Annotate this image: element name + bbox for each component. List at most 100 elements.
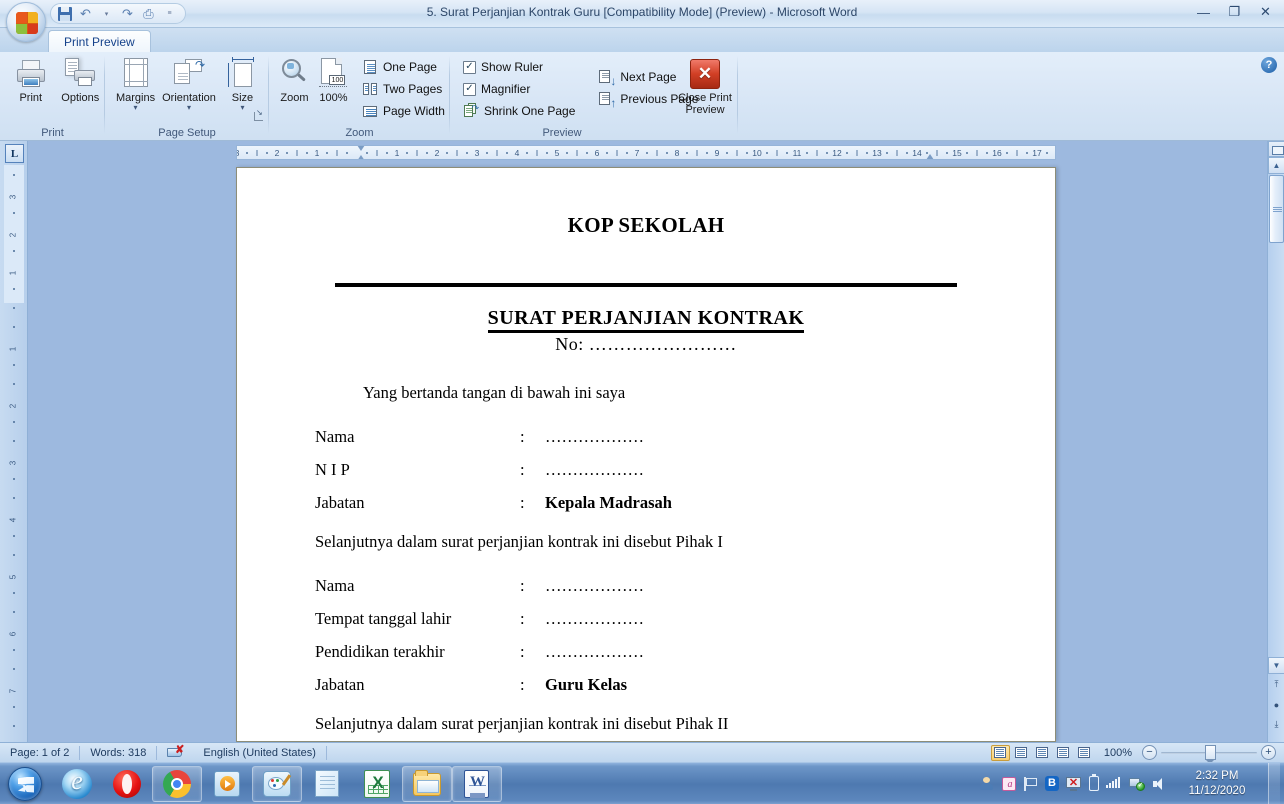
vertical-ruler[interactable]: L 3 2 1 1 2 3 4 5 6 7 — [0, 141, 28, 742]
status-language[interactable]: English (United States) — [193, 743, 326, 763]
windows-media-player-icon — [214, 770, 240, 797]
scroll-up-button[interactable]: ▲ — [1268, 157, 1284, 174]
view-draft-button[interactable] — [1075, 745, 1094, 761]
show-desktop-button[interactable] — [1268, 762, 1280, 804]
field-row: Nama : ……………… — [315, 576, 997, 596]
redo-icon[interactable]: ↷ — [118, 5, 137, 23]
volume-icon[interactable] — [1152, 777, 1168, 791]
vertical-scrollbar[interactable]: ▲ ▼ ⤒ ● ⤓ — [1267, 141, 1284, 742]
options-button[interactable]: Options — [56, 52, 106, 104]
party-two-fields: Nama : ……………… Tempat tanggal lahir : ………… — [295, 576, 997, 695]
bluetooth-icon[interactable] — [1045, 776, 1059, 791]
taskbar-item-internet-explorer[interactable] — [52, 766, 102, 802]
status-page-number[interactable]: Page: 1 of 2 — [0, 743, 79, 763]
zoom-slider[interactable] — [1161, 745, 1257, 764]
taskbar-item-windows-explorer[interactable] — [402, 765, 452, 802]
user-account-icon[interactable] — [979, 776, 995, 791]
scroll-down-button[interactable]: ▼ — [1268, 657, 1284, 674]
close-x-icon: ✕ — [690, 59, 720, 89]
close-button[interactable]: ✕ — [1251, 2, 1280, 22]
size-icon — [226, 57, 258, 89]
restore-button[interactable]: ❐ — [1220, 2, 1249, 22]
office-button[interactable] — [6, 2, 46, 42]
select-browse-object-button[interactable]: ● — [1270, 698, 1283, 711]
signal-strength-icon[interactable] — [1106, 776, 1122, 792]
zoom-level-label[interactable]: 100% — [1098, 747, 1138, 759]
split-window-handle[interactable] — [1268, 141, 1284, 157]
taskbar-item-excel[interactable] — [352, 766, 402, 802]
battery-icon[interactable] — [1089, 774, 1099, 791]
print-preview-icon[interactable]: ⎙ — [139, 5, 158, 23]
zoom-out-button[interactable]: − — [1142, 745, 1157, 760]
previous-object-button[interactable]: ⤒ — [1270, 678, 1283, 691]
taskbar-clock[interactable]: 2:32 PM 11/12/2020 — [1175, 769, 1259, 799]
vruler-tick: 2 — [8, 403, 18, 409]
one-page-button[interactable]: One Page — [357, 56, 450, 78]
group-label-zoom: Zoom — [345, 127, 374, 139]
pink-app-icon[interactable] — [1002, 776, 1017, 791]
taskbar-item-opera[interactable] — [102, 766, 152, 802]
tab-selector-button[interactable]: L — [5, 144, 24, 163]
margins-dropdown-icon[interactable]: ▾ — [134, 103, 138, 112]
shrink-one-page-icon: ↷ — [463, 103, 479, 119]
taskbar-item-notepad[interactable] — [302, 766, 352, 802]
zoom-slider-thumb[interactable] — [1205, 745, 1216, 764]
shrink-one-page-button[interactable]: ↷ Shrink One Page — [458, 100, 580, 122]
windows-explorer-icon — [413, 769, 441, 796]
tab-print-preview[interactable]: Print Preview — [48, 30, 151, 53]
next-object-button[interactable]: ⤓ — [1270, 718, 1283, 731]
zoom-100-icon: 100 — [317, 57, 349, 89]
close-print-preview-button[interactable]: ✕ Close Print Preview — [674, 54, 736, 116]
two-pages-button[interactable]: Two Pages — [357, 78, 450, 100]
field-row: Jabatan : Kepala Madrasah — [315, 493, 997, 513]
network-ok-icon[interactable] — [1129, 776, 1145, 791]
magnifier-checkbox[interactable]: ✓ Magnifier — [458, 78, 580, 100]
taskbar: 2:32 PM 11/12/2020 — [0, 762, 1284, 804]
document-page[interactable]: KOP SEKOLAH SURAT PERJANJIAN KONTRAK No:… — [236, 167, 1056, 742]
group-label-page-setup: Page Setup — [158, 127, 216, 139]
party-one-fields: Nama : ……………… N I P : ……………… Jabatan : K… — [295, 427, 997, 513]
page-width-label: Page Width — [382, 104, 445, 118]
undo-icon[interactable]: ↶ — [76, 5, 95, 23]
show-ruler-checkbox[interactable]: ✓ Show Ruler — [458, 56, 580, 78]
help-icon[interactable]: ? — [1261, 57, 1277, 73]
taskbar-item-windows-media-player[interactable] — [202, 766, 252, 802]
view-web-layout-button[interactable] — [1033, 745, 1052, 761]
field-row: Pendidikan terakhir : ……………… — [315, 642, 997, 662]
save-icon[interactable] — [55, 5, 74, 23]
clock-date: 11/12/2020 — [1188, 784, 1246, 797]
taskbar-item-microsoft-word[interactable] — [452, 765, 502, 802]
zoom-100-button[interactable]: 100 100% — [314, 52, 353, 104]
print-button[interactable]: Print — [6, 52, 56, 104]
view-full-screen-reading-button[interactable] — [1012, 745, 1031, 761]
size-button[interactable]: Size ▾ — [216, 52, 269, 112]
orientation-button[interactable]: ↷ Orientation ▾ — [162, 52, 216, 112]
taskbar-item-paint[interactable] — [252, 765, 302, 802]
document-content: KOP SEKOLAH SURAT PERJANJIAN KONTRAK No:… — [237, 168, 1055, 741]
status-word-count[interactable]: Words: 318 — [80, 743, 156, 763]
page-setup-dialog-launcher[interactable] — [252, 108, 265, 123]
document-intro: Yang bertanda tangan di bawah ini saya — [363, 383, 626, 402]
start-button[interactable] — [2, 765, 48, 803]
undo-dropdown-icon[interactable]: ▾ — [97, 5, 116, 23]
flag-action-center-icon[interactable] — [1023, 776, 1038, 791]
scrollbar-thumb[interactable] — [1269, 175, 1284, 243]
view-print-layout-button[interactable] — [990, 744, 1010, 761]
field-row: Jabatan : Guru Kelas — [315, 675, 997, 695]
document-title: SURAT PERJANJIAN KONTRAK — [295, 307, 997, 333]
proofing-errors-icon[interactable]: ✘ — [157, 743, 193, 763]
page-width-button[interactable]: Page Width — [357, 100, 450, 122]
zoom-in-button[interactable]: + — [1261, 745, 1276, 760]
size-dropdown-icon[interactable]: ▾ — [240, 103, 244, 112]
magnifier-label: Magnifier — [481, 82, 531, 96]
document-header-kop: KOP SEKOLAH — [567, 213, 725, 237]
field-value: ……………… — [545, 576, 644, 595]
minimize-button[interactable]: — — [1189, 2, 1218, 22]
orientation-dropdown-icon[interactable]: ▾ — [187, 103, 191, 112]
view-outline-button[interactable] — [1054, 745, 1073, 761]
zoom-button[interactable]: Zoom — [275, 52, 314, 104]
customize-qat-icon[interactable]: ≡ — [160, 5, 179, 23]
taskbar-item-google-chrome[interactable] — [152, 765, 202, 802]
screen-disconnected-icon[interactable] — [1066, 776, 1082, 791]
margins-button[interactable]: Margins ▾ — [109, 52, 162, 112]
